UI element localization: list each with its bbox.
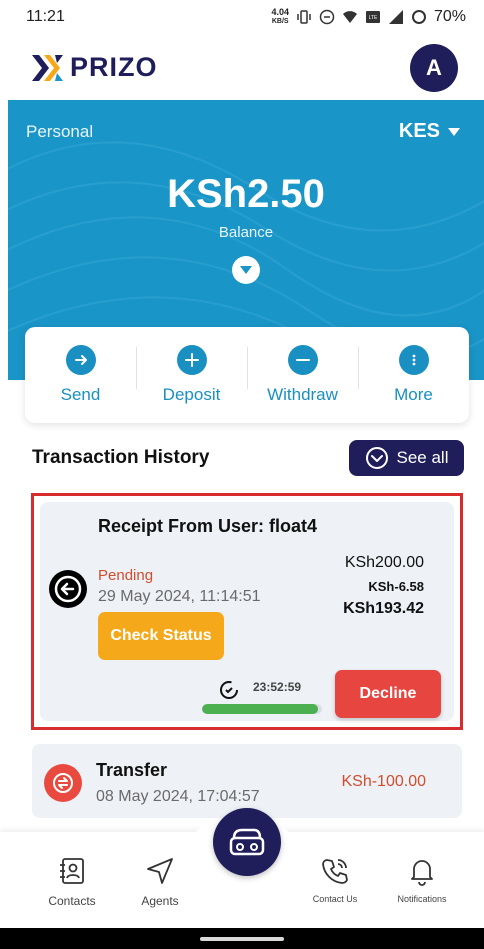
app-bar: PRIZO A [0, 44, 484, 94]
nav-agents-label: Agents [141, 894, 179, 908]
battery-ring-icon [411, 9, 427, 25]
brand-name: PRIZO [70, 52, 158, 82]
decline-button[interactable]: Decline [335, 670, 441, 718]
plus-icon [176, 345, 207, 375]
nav-contacts-label: Contacts [48, 894, 96, 908]
battery-percent: 70% [433, 8, 466, 25]
timer-progress-fill [202, 704, 319, 714]
balance-amount: KSh2.50 [167, 172, 325, 216]
vibrate-icon [296, 9, 312, 25]
withdraw-button[interactable]: Withdraw [247, 345, 358, 405]
status-bar: 11:21 4.04 KB/S LTE 70% [0, 0, 484, 34]
transaction-amount: KSh-100.00 [341, 773, 426, 790]
minus-icon [287, 345, 318, 375]
signal-icon [388, 9, 404, 25]
chevron-down-icon [240, 266, 252, 274]
currency-selector[interactable]: KES [399, 120, 460, 143]
contacts-icon [60, 858, 84, 884]
check-status-button[interactable]: Check Status [98, 612, 224, 660]
balance-label: Balance [218, 224, 274, 241]
transaction-title: Receipt From User: float4 [98, 516, 318, 536]
account-label: Personal [26, 122, 94, 141]
highlighted-transaction: Receipt From User: float4 Pending 29 May… [31, 493, 463, 730]
transaction-fee: KSh-6.58 [368, 579, 424, 594]
transaction-net: KSh193.42 [343, 600, 424, 617]
system-nav-bar [0, 928, 484, 949]
transaction-title: Transfer [96, 760, 168, 780]
transaction-card[interactable]: Transfer 08 May 2024, 17:04:57 KSh-100.0… [32, 744, 462, 818]
status-time: 11:21 [26, 8, 65, 25]
transaction-history-header: Transaction History See all [32, 440, 464, 476]
see-all-label: See all [396, 448, 449, 467]
currency-code: KES [398, 120, 440, 142]
wifi-icon [342, 9, 358, 25]
section-title: Transaction History [32, 447, 210, 468]
svg-text:LTE: LTE [369, 15, 378, 21]
caret-down-icon [448, 127, 460, 136]
expand-balance-button[interactable] [232, 256, 260, 284]
withdraw-label: Withdraw [267, 385, 338, 404]
more-button[interactable]: More [358, 345, 469, 405]
prizo-logo-icon [32, 54, 63, 81]
brand-logo: PRIZO [30, 52, 158, 83]
volte-icon: LTE [365, 9, 381, 25]
nav-notifications-label: Notifications [397, 894, 447, 904]
wallet-fab-button[interactable] [213, 808, 281, 876]
bell-icon [411, 860, 433, 886]
status-icons: 4.04 KB/S LTE 70% [271, 8, 466, 26]
chevron-down-circle-icon [365, 447, 388, 469]
navigation-icon [147, 858, 173, 884]
quick-actions: Send Deposit Withdraw More [25, 327, 469, 423]
wallet-icon [229, 828, 265, 856]
nav-contact-us-label: Contact Us [312, 894, 358, 904]
transaction-date: 08 May 2024, 17:04:57 [96, 788, 260, 805]
timer-progress-bar [202, 704, 322, 714]
receipt-arrow-icon [49, 570, 87, 608]
phone-call-icon [322, 859, 348, 884]
transaction-amount: KSh200.00 [344, 554, 424, 571]
dnd-icon [319, 9, 335, 25]
more-label: More [394, 385, 433, 404]
net-speed: 4.04 KB/S [271, 7, 289, 26]
nav-contact-us[interactable]: Contact Us [290, 856, 380, 904]
nav-agents[interactable]: Agents [115, 856, 205, 908]
transaction-status: Pending [98, 567, 154, 584]
timer-countdown: 23:52:59 [253, 680, 302, 694]
deposit-label: Deposit [162, 385, 221, 404]
nav-notifications[interactable]: Notifications [377, 856, 467, 904]
deposit-button[interactable]: Deposit [136, 345, 247, 405]
transaction-date: 29 May 2024, 11:14:51 [98, 588, 261, 605]
transfer-icon [44, 764, 82, 802]
transaction-card[interactable]: Receipt From User: float4 Pending 29 May… [40, 502, 454, 721]
avatar[interactable]: A [410, 44, 458, 92]
home-gesture-handle[interactable] [200, 937, 284, 941]
nav-contacts[interactable]: Contacts [27, 856, 117, 908]
see-all-button[interactable]: See all [349, 440, 464, 476]
arrow-right-icon [65, 345, 96, 375]
more-vertical-icon [398, 345, 429, 375]
send-label: Send [60, 385, 101, 404]
timer-icon [220, 681, 238, 699]
send-button[interactable]: Send [25, 345, 136, 405]
